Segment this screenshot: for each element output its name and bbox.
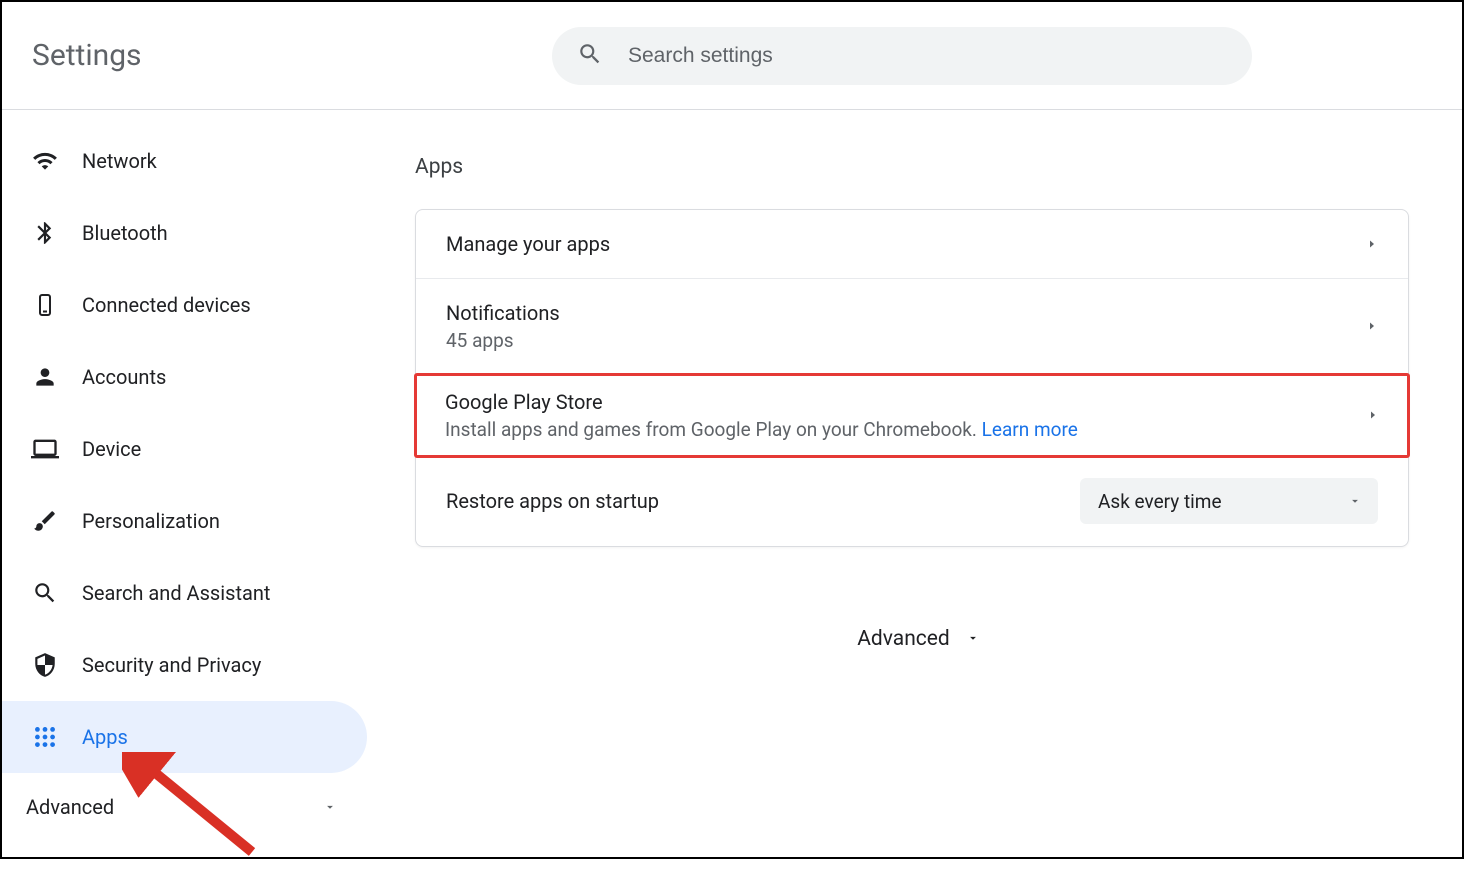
row-restore-apps: Restore apps on startup Ask every time <box>416 456 1408 546</box>
sidebar-item-device[interactable]: Device <box>2 413 367 485</box>
chevron-down-icon <box>323 795 337 819</box>
chevron-right-icon <box>1366 317 1378 336</box>
learn-more-link[interactable]: Learn more <box>982 418 1078 441</box>
dropdown-value: Ask every time <box>1098 490 1222 513</box>
sidebar-item-label: Accounts <box>82 365 166 389</box>
sidebar-item-bluetooth[interactable]: Bluetooth <box>2 197 367 269</box>
chevron-right-icon <box>1366 235 1378 254</box>
sidebar-item-label: Security and Privacy <box>82 653 261 677</box>
chevron-down-icon <box>966 627 980 651</box>
sidebar-item-network[interactable]: Network <box>2 125 367 197</box>
restore-dropdown[interactable]: Ask every time <box>1080 478 1378 524</box>
sidebar-item-label: Search and Assistant <box>82 581 270 605</box>
row-label: Google Play Store <box>445 390 1078 414</box>
apps-icon <box>30 724 60 750</box>
sidebar-item-label: Connected devices <box>82 293 251 317</box>
sidebar-item-label: Personalization <box>82 509 220 533</box>
sidebar-item-label: Apps <box>82 725 128 749</box>
search-bar[interactable] <box>552 27 1252 85</box>
main-content: Apps Manage your apps Notifications 45 a… <box>367 110 1462 857</box>
search-icon <box>30 580 60 606</box>
row-label: Notifications <box>446 301 560 325</box>
row-google-play-store[interactable]: Google Play Store Install apps and games… <box>414 373 1410 458</box>
row-subtext: Install apps and games from Google Play … <box>445 418 1078 441</box>
sidebar-advanced-toggle[interactable]: Advanced <box>2 777 367 837</box>
sidebar-item-apps[interactable]: Apps <box>2 701 367 773</box>
wifi-icon <box>30 148 60 174</box>
sidebar: Network Bluetooth Connected devices Acco… <box>2 110 367 857</box>
sidebar-item-personalization[interactable]: Personalization <box>2 485 367 557</box>
row-label: Restore apps on startup <box>446 489 659 513</box>
sidebar-item-label: Bluetooth <box>82 221 168 245</box>
apps-card: Manage your apps Notifications 45 apps G… <box>415 209 1409 547</box>
sidebar-item-accounts[interactable]: Accounts <box>2 341 367 413</box>
shield-icon <box>30 652 60 678</box>
sidebar-item-security-privacy[interactable]: Security and Privacy <box>2 629 367 701</box>
row-manage-apps[interactable]: Manage your apps <box>416 210 1408 279</box>
sidebar-item-label: Network <box>82 149 157 173</box>
row-label: Manage your apps <box>446 232 610 256</box>
search-input[interactable] <box>628 44 1227 68</box>
phone-icon <box>30 293 60 317</box>
bluetooth-icon <box>30 220 60 246</box>
search-icon <box>577 41 603 71</box>
person-icon <box>30 364 60 390</box>
sidebar-item-label: Device <box>82 437 141 461</box>
row-subtext: 45 apps <box>446 329 560 352</box>
header: Settings <box>2 2 1462 110</box>
laptop-icon <box>30 435 60 463</box>
brush-icon <box>30 508 60 534</box>
section-title: Apps <box>415 155 1422 179</box>
sidebar-item-connected-devices[interactable]: Connected devices <box>2 269 367 341</box>
advanced-toggle[interactable]: Advanced <box>415 627 1422 651</box>
page-title: Settings <box>32 38 552 73</box>
row-notifications[interactable]: Notifications 45 apps <box>416 279 1408 375</box>
advanced-label: Advanced <box>857 627 950 651</box>
chevron-right-icon <box>1367 406 1379 425</box>
chevron-down-icon <box>1348 490 1362 513</box>
sidebar-item-search-assistant[interactable]: Search and Assistant <box>2 557 367 629</box>
sidebar-advanced-label: Advanced <box>26 795 114 819</box>
